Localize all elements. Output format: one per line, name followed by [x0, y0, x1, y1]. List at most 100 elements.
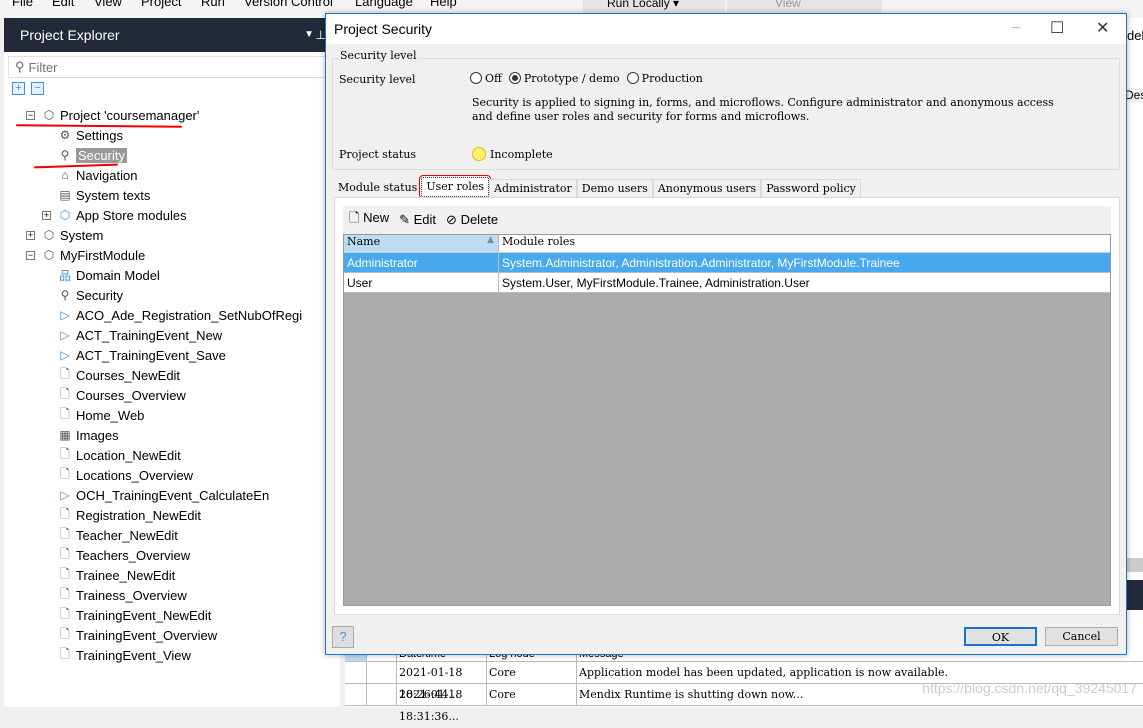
menu-view[interactable]: View [94, 0, 122, 9]
tree-item[interactable]: 🗋 Trainee_NewEdit [4, 565, 340, 585]
delete-button[interactable]: ⊘ Delete [446, 212, 498, 228]
new-button[interactable]: 🗋 New [349, 209, 389, 231]
role-modules: System.Administrator, Administration.Adm… [502, 256, 900, 270]
tree-item-label: Project 'coursemanager' [60, 107, 200, 123]
tree-item[interactable]: ▷ ACT_TrainingEvent_New [4, 325, 340, 345]
tab-demo-users[interactable]: Demo users [576, 179, 653, 197]
menu-edit[interactable]: Edit [52, 0, 74, 9]
gear-icon: ⚙ [59, 128, 71, 142]
edit-button[interactable]: ✎ Edit [399, 212, 436, 228]
help-button[interactable]: ? [332, 626, 354, 648]
radio-off[interactable]: Off [470, 72, 502, 85]
expand-icon[interactable]: + [26, 230, 35, 240]
tree-item-label: Courses_Overview [76, 387, 186, 403]
tree-item[interactable]: 🗋 Teachers_Overview [4, 545, 340, 565]
page-icon: 🗋 [60, 386, 70, 401]
tree-item[interactable]: 🗋 TrainingEvent_NewEdit [4, 605, 340, 625]
tree-item[interactable]: 🗋 TrainingEvent_Overview [4, 625, 340, 645]
table-row[interactable]: User System.User, MyFirstModule.Trainee, … [344, 273, 1110, 293]
group-title: Security level [338, 49, 419, 62]
tree-item[interactable]: 🗋 Registration_NewEdit [4, 505, 340, 525]
tree-item[interactable]: ▤ System texts [4, 185, 340, 205]
roles-toolbar: 🗋 New ✎ Edit ⊘ Delete [343, 206, 1111, 234]
dropdown-icon[interactable]: ▼ [304, 18, 314, 52]
tree-item-label: Teachers_Overview [76, 547, 191, 563]
tree-item[interactable]: 🗋 Locations_Overview [4, 465, 340, 485]
tree-item[interactable]: 🗋 Trainess_Overview [4, 585, 340, 605]
minimize-icon[interactable]: − [1011, 14, 1020, 44]
tree-item-label: Settings [76, 127, 123, 143]
tree-item[interactable]: − ⬡ Project 'coursemanager' [4, 105, 340, 125]
tab-password-policy[interactable]: Password policy [761, 179, 861, 197]
column-module-roles[interactable]: Module roles [499, 235, 1110, 252]
tree-item[interactable]: 🗋 Teacher_NewEdit [4, 525, 340, 545]
expand-all-icon[interactable]: + [12, 82, 25, 95]
close-icon[interactable]: ✕ [1096, 14, 1109, 44]
tree-item-label: Security [76, 147, 127, 163]
radio-production[interactable]: Production [626, 72, 703, 85]
tab-bar: Module status User roles Administrator D… [334, 175, 861, 199]
maximize-icon[interactable]: ☐ [1050, 14, 1064, 44]
filter-input[interactable] [28, 59, 309, 75]
domain-model-icon: 品 [58, 268, 71, 283]
expand-icon[interactable]: + [42, 210, 51, 220]
right-text: Des [1125, 88, 1143, 102]
role-name: User [344, 273, 499, 292]
collapse-all-icon[interactable]: − [31, 82, 44, 95]
tab-user-roles[interactable]: User roles [419, 175, 492, 199]
user-roles-grid: Name ▲ Module roles Administrator System.Ad… [343, 234, 1111, 606]
page-icon: 🗋 [60, 506, 70, 521]
description: Security is applied to signing in, forms… [472, 96, 1054, 109]
status-indicator-icon [472, 147, 486, 161]
menu-run[interactable]: Run [201, 0, 225, 9]
tree-item[interactable]: ▦ Images [4, 425, 340, 445]
collapse-icon[interactable]: − [26, 250, 35, 260]
tree-item[interactable]: + ⬡ System [4, 225, 340, 245]
project-status-label: Project status [339, 148, 417, 161]
menu-file[interactable]: File [12, 0, 33, 9]
description: and define user roles and security for f… [472, 110, 810, 123]
menu-project[interactable]: Project [141, 0, 181, 9]
column-name[interactable]: Name ▲ [344, 235, 499, 252]
microflow-icon: ▷ [60, 488, 70, 502]
radio-prototype[interactable]: Prototype / demo [508, 72, 620, 85]
table-row[interactable]: Administrator System.Administrator, Admin… [344, 253, 1110, 273]
project-tree: − ⬡ Project 'coursemanager' ⚙ Settings ⚲ Secur… [4, 102, 340, 665]
tree-item[interactable]: ⚲ Security [4, 145, 340, 165]
tree-item[interactable]: ⌂ Navigation [4, 165, 340, 185]
key-icon: ⚲ [60, 288, 70, 302]
tab-anonymous-users[interactable]: Anonymous users [652, 179, 762, 197]
collapse-icon[interactable]: − [26, 110, 35, 120]
tab-administrator[interactable]: Administrator [489, 179, 577, 197]
tree-item[interactable]: 🗋 Courses_NewEdit [4, 365, 340, 385]
tree-item[interactable]: 🗋 Courses_Overview [4, 385, 340, 405]
tree-item[interactable]: ⚙ Settings [4, 125, 340, 145]
log-node: Core [487, 662, 577, 683]
tree-item[interactable]: 🗋 TrainingEvent_View [4, 645, 340, 665]
dialog-title: Project Security [334, 21, 433, 37]
log-node: Core [487, 684, 577, 705]
menu-language[interactable]: Language [355, 0, 413, 9]
tree-item-label: Home_Web [76, 407, 145, 423]
tree-item[interactable]: 品 Domain Model [4, 265, 340, 285]
tab-module-status[interactable]: Module status [334, 179, 422, 197]
tree-item[interactable]: 🗋 Location_NewEdit [4, 445, 340, 465]
tree-item[interactable]: ▷ ACT_TrainingEvent_Save [4, 345, 340, 365]
tree-item[interactable]: − ⬡ MyFirstModule [4, 245, 340, 265]
tree-item[interactable]: + ⬡ App Store modules [4, 205, 340, 225]
tree-item[interactable]: ▷ OCH_TrainingEvent_CalculateEn [4, 485, 340, 505]
menu-help[interactable]: Help [430, 0, 457, 9]
grid-header: Name ▲ Module roles [344, 235, 1110, 253]
tree-item[interactable]: ▷ ACO_Ade_Registration_SetNubOfRegi [4, 305, 340, 325]
security-level-label: Security level [339, 73, 416, 86]
project-icon: ⬡ [43, 108, 55, 122]
ok-button[interactable]: OK [964, 627, 1037, 646]
project-explorer: Project Explorer▼⊥ ⚲ +− −⬡Project 'cours… [4, 18, 340, 707]
tree-item[interactable]: ⚲ Security [4, 285, 340, 305]
cancel-button[interactable]: Cancel [1045, 627, 1118, 646]
menu-version-control[interactable]: Version Control [244, 0, 333, 9]
tree-item[interactable]: 🗋 Home_Web [4, 405, 340, 425]
tree-item-label: Images [76, 427, 119, 443]
search-icon: ⚲ [15, 59, 25, 74]
page-icon: 🗋 [60, 366, 70, 381]
